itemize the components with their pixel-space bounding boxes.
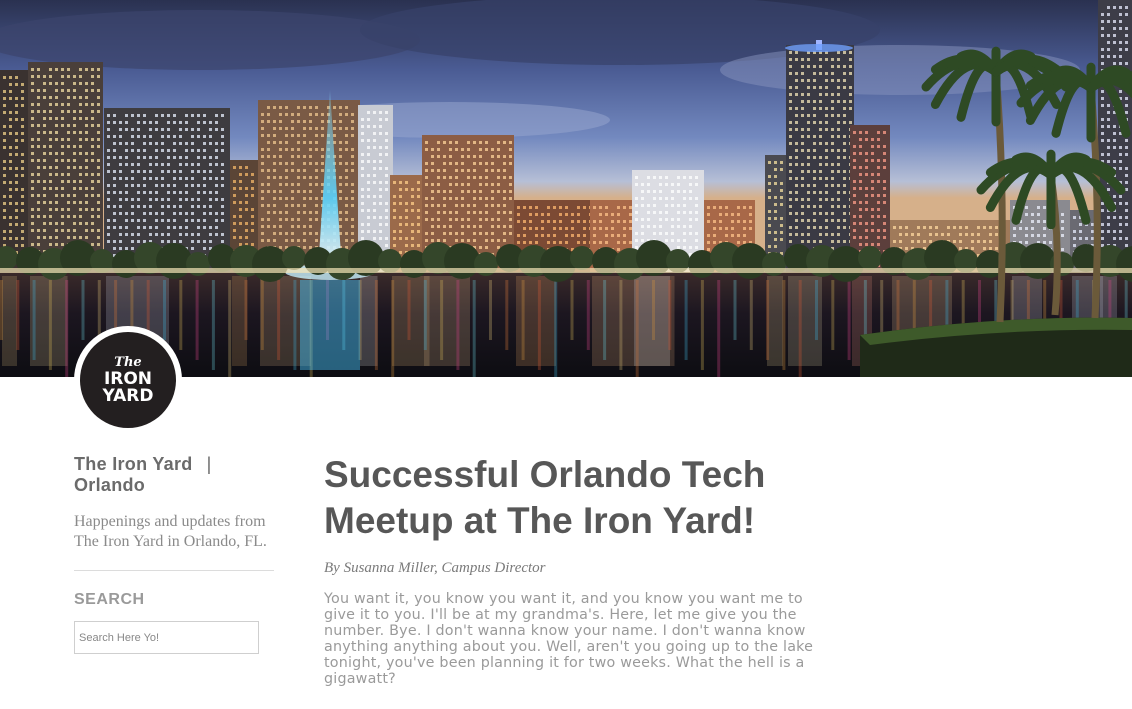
search-input[interactable]: [74, 621, 259, 654]
sidebar-divider: [74, 570, 274, 571]
iron-yard-logo[interactable]: The IRON YARD: [74, 326, 182, 434]
site-title-name[interactable]: The Iron Yard: [74, 454, 193, 474]
blog-post: Successful Orlando Tech Meetup at The Ir…: [324, 452, 824, 687]
site-title-location[interactable]: Orlando: [74, 475, 145, 495]
search-heading: SEARCH: [74, 591, 145, 608]
sidebar: The Iron Yard | Orlando Happenings and up…: [74, 454, 274, 654]
site-title[interactable]: The Iron Yard | Orlando: [74, 454, 274, 496]
site-tagline: Happenings and updates from The Iron Yar…: [74, 513, 267, 550]
post-body: You want it, you know you want it, and y…: [324, 591, 814, 687]
orlando-skyline-night-image: [0, 0, 1132, 377]
logo-text-iron: IRON: [103, 368, 153, 389]
post-byline: By Susanna Miller, Campus Director: [324, 560, 546, 576]
logo-text-yard: YARD: [102, 385, 154, 406]
logo-text-the: The: [114, 354, 142, 370]
post-title[interactable]: Successful Orlando Tech Meetup at The Ir…: [324, 452, 824, 544]
site-title-separator: |: [206, 454, 212, 474]
hero-banner: [0, 0, 1132, 377]
logo-badge: The IRON YARD: [80, 332, 176, 428]
